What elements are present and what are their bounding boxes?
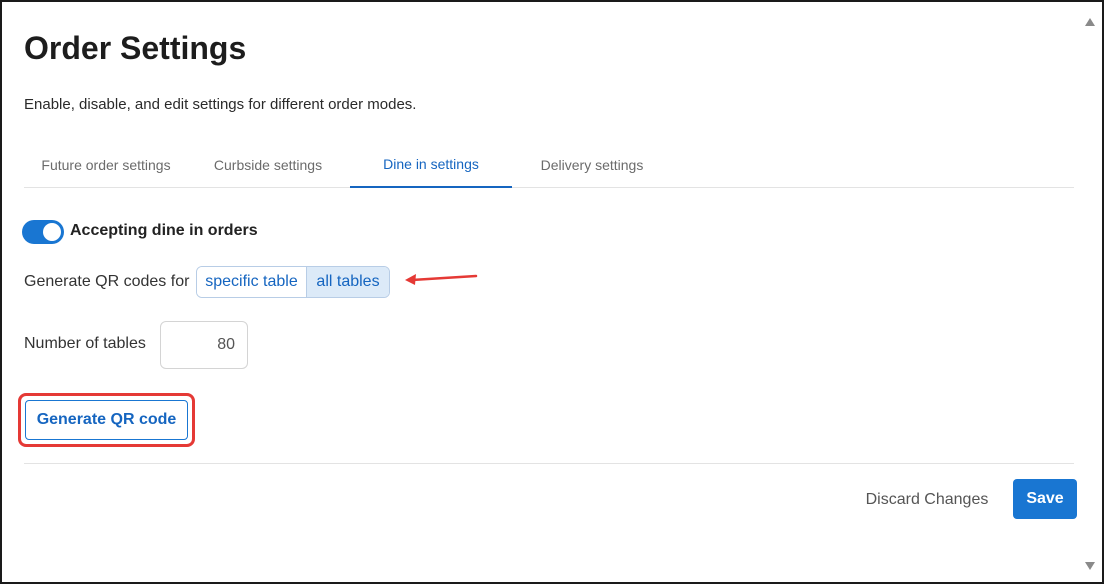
toggle-knob bbox=[43, 223, 61, 241]
number-of-tables-input[interactable] bbox=[160, 321, 248, 369]
discard-changes-button[interactable]: Discard Changes bbox=[854, 486, 1000, 514]
page-subtitle: Enable, disable, and edit settings for d… bbox=[24, 96, 417, 113]
qr-codes-for-label: Generate QR codes for bbox=[24, 273, 190, 290]
scroll-down-icon[interactable] bbox=[1085, 562, 1095, 570]
scroll-up-icon[interactable] bbox=[1085, 18, 1095, 26]
page-title: Order Settings bbox=[24, 30, 247, 66]
tab-dine-in-settings[interactable]: Dine in settings bbox=[350, 142, 512, 188]
number-of-tables-label: Number of tables bbox=[24, 335, 146, 352]
vertical-scrollbar[interactable] bbox=[1080, 2, 1102, 582]
settings-tabs: Future order settings Curbside settings … bbox=[24, 142, 1074, 188]
save-button[interactable]: Save bbox=[1013, 479, 1077, 519]
tab-curbside-settings[interactable]: Curbside settings bbox=[198, 142, 338, 188]
tab-delivery-settings[interactable]: Delivery settings bbox=[524, 142, 660, 188]
all-tables-option[interactable]: all tables bbox=[307, 267, 389, 297]
accepting-dine-in-label: Accepting dine in orders bbox=[70, 222, 258, 239]
qr-scope-segmented-control: specific table all tables bbox=[196, 266, 390, 298]
tab-future-order-settings[interactable]: Future order settings bbox=[24, 142, 188, 188]
accepting-dine-in-toggle[interactable] bbox=[22, 220, 64, 244]
footer-divider bbox=[24, 463, 1074, 464]
annotation-arrow-icon bbox=[405, 274, 478, 285]
specific-table-option[interactable]: specific table bbox=[197, 267, 307, 297]
generate-qr-code-button[interactable]: Generate QR code bbox=[25, 400, 188, 440]
settings-window: Order Settings Enable, disable, and edit… bbox=[0, 0, 1104, 584]
